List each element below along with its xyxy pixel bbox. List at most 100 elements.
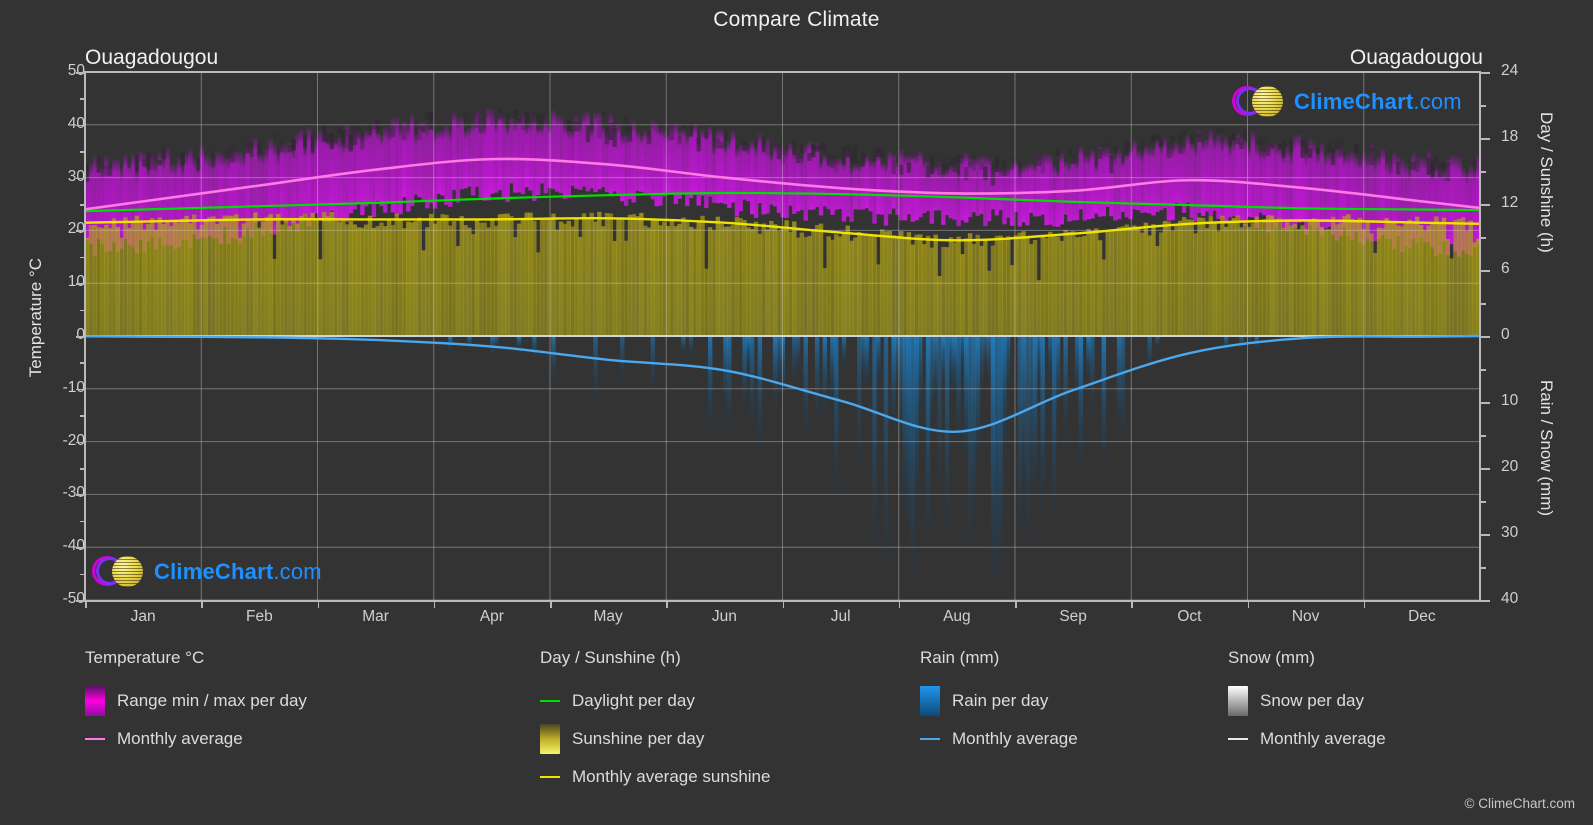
y-tick-label-left: 50 [67,62,85,79]
y-tick-mark-left-minor [80,309,85,312]
legend-group-title: Snow (mm) [1228,648,1315,667]
legend-line-marker [85,738,105,740]
legend-item[interactable]: Sunshine per day [540,720,770,758]
legend-item-label: Daylight per day [572,691,695,710]
y-tick-mark-left [76,283,85,285]
y-tick-mark-right-minor [1481,303,1486,305]
y-tick-label-left: -20 [62,431,85,449]
y-tick-label-right-bottom: 20 [1501,458,1519,475]
y-tick-label-right-top: 18 [1501,128,1519,145]
legend-line-marker [540,776,560,778]
y-tick-mark-left-minor [80,573,85,576]
x-tick-label: Mar [362,608,389,625]
chart-legend: Temperature °C Range min / max per day Mon… [0,648,1593,825]
y-tick-label-left: -10 [62,378,85,396]
y-tick-mark-right-minor [1481,105,1486,107]
x-tick-mark [1247,600,1249,608]
y-tick-label-left: -50 [62,590,85,607]
y-tick-label-left: -30 [62,484,85,502]
legend-group-title: Day / Sunshine (h) [540,648,681,667]
y-tick-mark-left [76,600,85,602]
x-tick-label: May [593,608,623,625]
axis-line-top [84,71,1481,73]
x-tick-label: Sep [1059,608,1087,625]
y-tick-mark-right [1481,336,1490,338]
watermark-logo-bottom: ClimeChart.com [92,552,322,592]
y-tick-mark-right [1481,138,1490,140]
y-tick-mark-left-minor [80,520,85,523]
y-tick-label-left: -40 [62,537,85,555]
x-tick-mark [317,600,319,608]
legend-group: Day / Sunshine (h) Daylight per day Sunshi… [540,648,770,796]
legend-group-title: Temperature °C [85,648,205,667]
x-tick-mark [1131,600,1133,608]
legend-group: Rain (mm) Rain per day Monthly average [920,648,1078,758]
x-tick-mark [1015,600,1017,608]
legend-item[interactable]: Rain per day [920,682,1078,720]
legend-item-label: Monthly average [952,729,1078,748]
x-tick-label: Nov [1291,608,1320,625]
legend-item[interactable]: Daylight per day [540,682,770,720]
y-tick-label-right-top: 6 [1501,260,1510,277]
legend-line-marker [1228,738,1248,740]
y-tick-mark-left-minor [80,151,85,153]
x-tick-mark [201,600,203,608]
y-tick-label-right-top: 12 [1501,194,1519,211]
y-tick-mark-right [1481,72,1490,74]
y-tick-mark-left [76,124,85,127]
legend-item-label: Sunshine per day [572,729,705,748]
x-tick-label: Dec [1408,608,1436,625]
x-tick-label: Aug [943,608,971,625]
x-tick-label: Oct [1177,608,1202,625]
y-tick-mark-right [1481,600,1490,602]
legend-item[interactable]: Monthly average sunshine [540,758,770,796]
y-tick-label-left: 40 [67,114,85,132]
y-tick-mark-right [1481,468,1490,470]
y-tick-mark-left [76,72,85,74]
y-tick-mark-right-minor [1481,567,1486,569]
y-tick-mark-right [1481,204,1490,206]
y-tick-mark-right [1481,270,1490,272]
y-tick-mark-right [1481,402,1490,404]
y-tick-label-right-top: 0 [1501,326,1510,343]
legend-item[interactable]: Monthly average [920,720,1078,758]
x-tick-mark [550,600,552,608]
y-tick-mark-left [76,177,85,180]
x-tick-mark [666,600,668,608]
y-tick-label-right-bottom: 40 [1501,590,1519,607]
x-tick-label: Jul [830,608,851,625]
y-tick-mark-left-minor [80,256,85,259]
legend-item-label: Range min / max per day [117,691,307,710]
legend-item-label: Monthly average sunshine [572,767,771,786]
legend-item[interactable]: Monthly average [85,720,307,758]
legend-item[interactable]: Range min / max per day [85,682,307,720]
x-tick-mark [1363,600,1366,608]
watermark-text: ClimeChart.com [1294,89,1462,114]
x-tick-label: Apr [479,608,504,625]
legend-group: Snow (mm) Snow per day Monthly average [1228,648,1386,758]
legend-item-label: Rain per day [952,691,1049,710]
y-tick-mark-left [76,230,85,232]
chart-plot-area [85,72,1480,600]
legend-item[interactable]: Snow per day [1228,682,1386,720]
y-tick-mark-right-minor [1481,237,1486,239]
legend-line-marker [920,738,940,740]
legend-swatch [85,686,105,716]
y-tick-label-left: 0 [76,326,85,343]
legend-item[interactable]: Monthly average [1228,720,1386,758]
x-tick-mark [898,600,901,608]
y-tick-mark-right-minor [1481,435,1486,437]
y-tick-mark-left-minor [80,98,85,100]
chart-svg [85,72,1480,600]
y-tick-mark-left-minor [80,415,85,417]
legend-line-marker [540,700,560,702]
y-tick-label-left: 10 [67,273,85,291]
watermark-logo-top: ClimeChart.com [1232,82,1462,122]
legend-item-label: Monthly average [117,729,243,748]
y-tick-mark-left [76,494,85,496]
y-tick-mark-left [76,547,85,549]
y-tick-label-right-top: 24 [1501,62,1519,79]
copyright-label: © ClimeChart.com [1464,796,1575,811]
y-tick-mark-left-minor [80,468,85,470]
y-tick-label-left: 20 [67,220,85,238]
